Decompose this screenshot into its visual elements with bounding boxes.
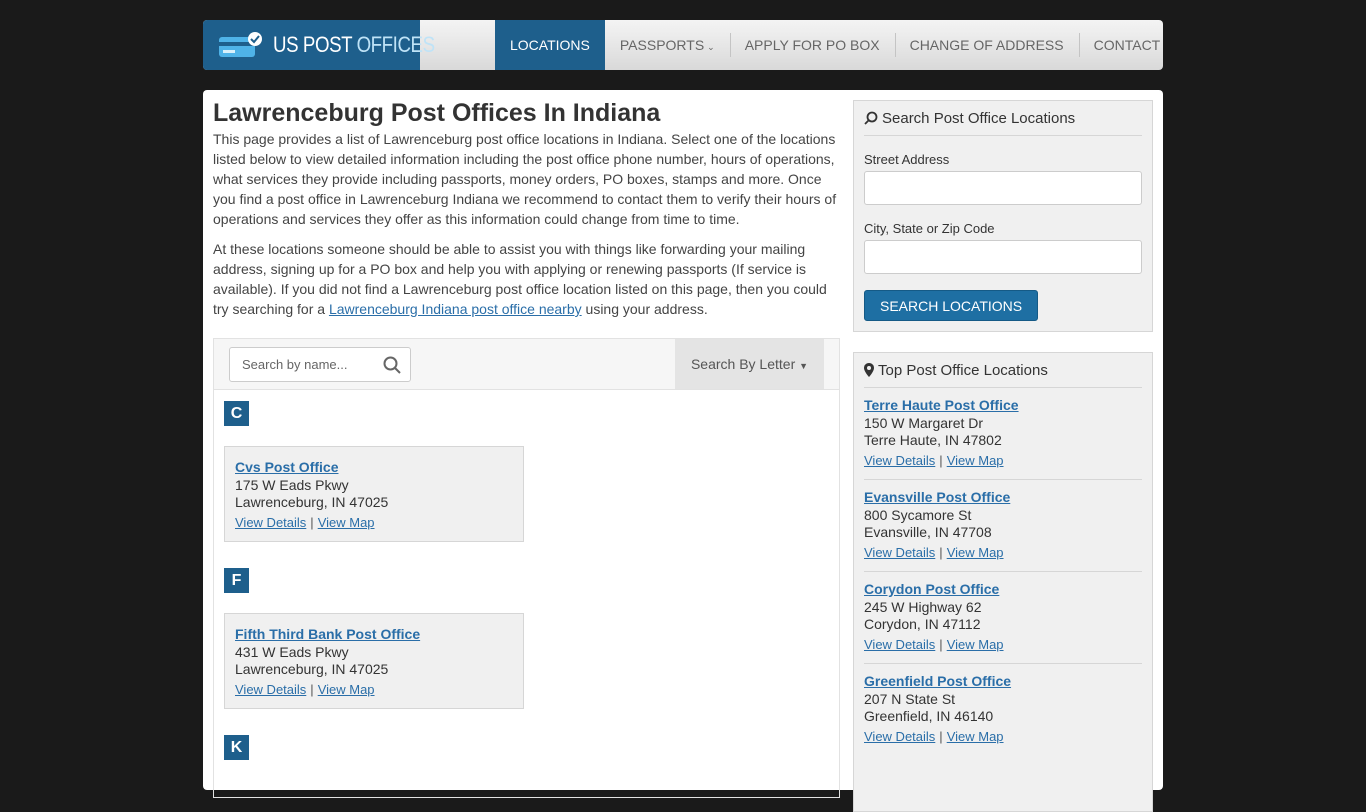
top-locations-title: Top Post Office Locations xyxy=(864,354,1142,388)
top-location-street: 800 Sycamore St xyxy=(864,507,972,523)
page-title: Lawrenceburg Post Offices In Indiana xyxy=(213,99,661,127)
view-details-link[interactable]: View Details xyxy=(864,729,935,744)
top-location-street: 207 N State St xyxy=(864,691,956,707)
view-details-link[interactable]: View Details xyxy=(235,682,306,697)
top-location-link[interactable]: Corydon Post Office xyxy=(864,580,999,598)
search-panel: Search Post Office Locations Street Addr… xyxy=(853,100,1153,332)
top-location-city: Evansville, IN 47708 xyxy=(864,524,992,540)
nav-apply-po-box[interactable]: APPLY FOR PO BOX xyxy=(729,20,895,70)
search-by-letter-button[interactable]: Search By Letter ▼ xyxy=(675,339,824,389)
top-location-city: Corydon, IN 47112 xyxy=(864,616,981,632)
office-listing: Search By Letter ▼ C Cvs Post Office 175… xyxy=(213,338,840,798)
view-details-link[interactable]: View Details xyxy=(864,453,935,468)
view-map-link[interactable]: View Map xyxy=(318,515,375,530)
search-panel-title: Search Post Office Locations xyxy=(864,102,1142,136)
office-card: Cvs Post Office 175 W Eads Pkwy Lawrence… xyxy=(224,446,524,542)
city-state-zip-input[interactable] xyxy=(864,240,1142,274)
main-nav: LOCATIONS PASSPORTS ⌄ APPLY FOR PO BOX CH… xyxy=(495,20,1163,70)
nav-passports[interactable]: PASSPORTS ⌄ xyxy=(605,20,730,70)
office-street: 175 W Eads Pkwy xyxy=(235,477,349,493)
top-location-link[interactable]: Greenfield Post Office xyxy=(864,672,1011,690)
letter-heading-c: C xyxy=(224,401,249,426)
intro-paragraph-2: At these locations someone should be abl… xyxy=(213,241,827,317)
name-search-input[interactable] xyxy=(230,348,370,381)
view-map-link[interactable]: View Map xyxy=(947,729,1004,744)
top-location-link[interactable]: Evansville Post Office xyxy=(864,488,1010,506)
top-location-street: 150 W Margaret Dr xyxy=(864,415,984,431)
nav-contact-us[interactable]: CONTACT US xyxy=(1078,20,1163,70)
nearby-search-link[interactable]: Lawrenceburg Indiana post office nearby xyxy=(329,301,582,317)
office-street: 431 W Eads Pkwy xyxy=(235,644,349,660)
top-location-links: View Details | View Map xyxy=(864,451,1142,471)
caret-down-icon: ▼ xyxy=(799,361,809,371)
intro: This page provides a list of Lawrencebur… xyxy=(213,129,839,319)
view-map-link[interactable]: View Map xyxy=(947,637,1004,652)
search-locations-button[interactable]: SEARCH LOCATIONS xyxy=(864,290,1039,321)
nav-locations[interactable]: LOCATIONS xyxy=(495,20,605,70)
top-location-item: Greenfield Post Office 207 N State St Gr… xyxy=(864,664,1142,755)
top-locations-panel: Top Post Office Locations Terre Haute Po… xyxy=(853,352,1153,812)
search-icon[interactable] xyxy=(383,356,401,379)
link-separator: | xyxy=(310,515,314,530)
view-details-link[interactable]: View Details xyxy=(235,515,306,530)
view-map-link[interactable]: View Map xyxy=(947,453,1004,468)
letter-heading-f: F xyxy=(224,568,249,593)
top-location-item: Corydon Post Office 245 W Highway 62 Cor… xyxy=(864,572,1142,664)
content-area: Lawrenceburg Post Offices In Indiana Thi… xyxy=(213,98,839,329)
credit-card-check-icon xyxy=(217,31,263,59)
office-card: Fifth Third Bank Post Office 431 W Eads … xyxy=(224,613,524,709)
view-details-link[interactable]: View Details xyxy=(864,545,935,560)
link-separator: | xyxy=(939,545,943,560)
top-location-street: 245 W Highway 62 xyxy=(864,599,982,615)
site-logo[interactable]: US POST OFFICES xyxy=(203,20,435,70)
name-search-box xyxy=(229,347,411,382)
link-separator: | xyxy=(939,729,943,744)
top-location-links: View Details | View Map xyxy=(864,727,1142,747)
top-location-city: Terre Haute, IN 47802 xyxy=(864,432,1002,448)
top-location-city: Greenfield, IN 46140 xyxy=(864,708,994,724)
link-separator: | xyxy=(939,637,943,652)
top-location-item: Evansville Post Office 800 Sycamore St E… xyxy=(864,480,1142,572)
main-container: Lawrenceburg Post Offices In Indiana Thi… xyxy=(203,90,1163,812)
view-details-link[interactable]: View Details xyxy=(864,637,935,652)
link-separator: | xyxy=(310,682,314,697)
top-location-item: Terre Haute Post Office 150 W Margaret D… xyxy=(864,388,1142,480)
top-location-links: View Details | View Map xyxy=(864,635,1142,655)
letter-heading-k: K xyxy=(224,735,249,760)
office-name-link[interactable]: Cvs Post Office xyxy=(235,458,338,476)
city-state-zip-label: City, State or Zip Code xyxy=(864,221,995,236)
office-city: Lawrenceburg, IN 47025 xyxy=(235,494,389,510)
top-location-link[interactable]: Terre Haute Post Office xyxy=(864,396,1019,414)
map-marker-icon xyxy=(864,362,878,379)
street-address-label: Street Address xyxy=(864,152,950,167)
listing-toolbar: Search By Letter ▼ xyxy=(214,339,839,390)
office-links: View Details | View Map xyxy=(235,513,513,533)
office-links: View Details | View Map xyxy=(235,680,513,700)
intro-paragraph-1: This page provides a list of Lawrencebur… xyxy=(213,131,837,227)
chevron-down-icon: ⌄ xyxy=(707,42,715,52)
nav-change-of-address[interactable]: CHANGE OF ADDRESS xyxy=(894,20,1079,70)
link-separator: | xyxy=(939,453,943,468)
office-city: Lawrenceburg, IN 47025 xyxy=(235,661,389,677)
site-header: US POST OFFICES LOCATIONS PASSPORTS ⌄ APP… xyxy=(203,20,1163,70)
search-icon xyxy=(864,110,882,127)
logo-text: US POST OFFICES xyxy=(273,32,435,57)
office-name-link[interactable]: Fifth Third Bank Post Office xyxy=(235,625,420,643)
view-map-link[interactable]: View Map xyxy=(318,682,375,697)
view-map-link[interactable]: View Map xyxy=(947,545,1004,560)
street-address-input[interactable] xyxy=(864,171,1142,205)
top-location-links: View Details | View Map xyxy=(864,543,1142,563)
